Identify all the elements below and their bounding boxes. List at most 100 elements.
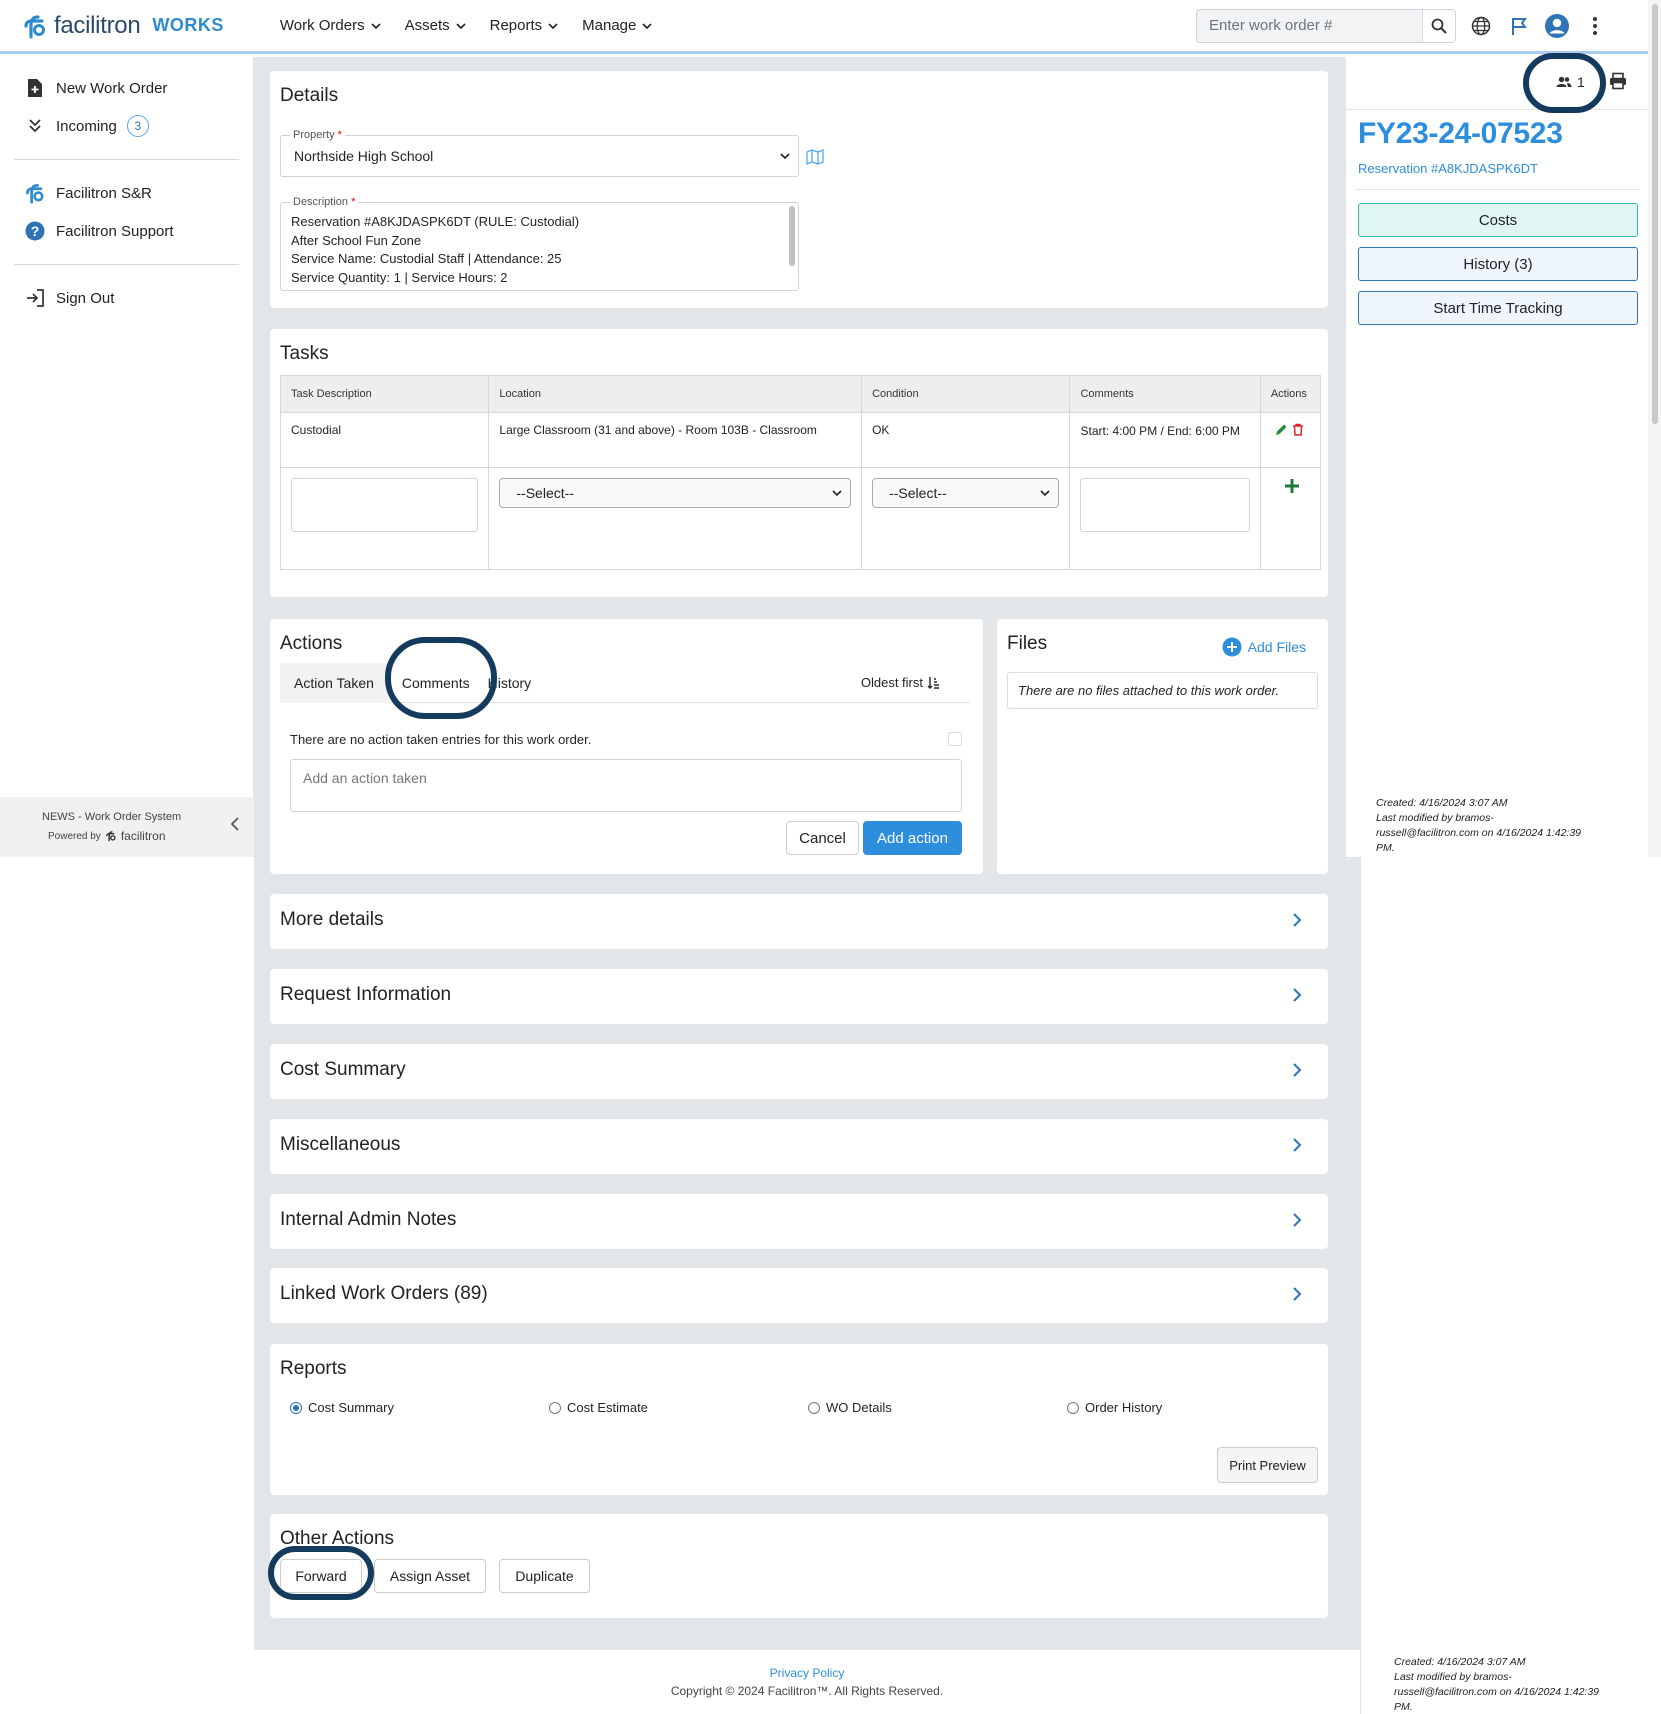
section-title: Cost Summary: [280, 1059, 406, 1080]
assign-asset-button[interactable]: Assign Asset: [374, 1559, 486, 1593]
section-more-details[interactable]: More details: [270, 894, 1328, 949]
textarea-scrollbar[interactable]: [789, 206, 795, 266]
task-row-actions: [1275, 423, 1304, 436]
tab-history[interactable]: History: [484, 663, 536, 703]
section-cost-summary[interactable]: Cost Summary: [270, 1044, 1328, 1099]
work-order-metadata-footer: Created: 4/16/2024 3:07 AM Last modified…: [1394, 1655, 1634, 1714]
add-task-plus-icon[interactable]: [1284, 478, 1300, 494]
print-preview-button[interactable]: Print Preview: [1217, 1447, 1318, 1483]
task-description-cell: Custodial: [279, 412, 490, 468]
menu-work-orders[interactable]: Work Orders: [280, 17, 381, 34]
map-button[interactable]: [806, 149, 824, 168]
watchers-button[interactable]: 1: [1556, 74, 1585, 90]
sidebar-item-facilitron-support[interactable]: ? Facilitron Support: [0, 212, 253, 250]
print-button[interactable]: [1609, 72, 1627, 93]
section-request-information[interactable]: Request Information: [270, 969, 1328, 1024]
reservation-link[interactable]: Reservation #A8KJDASPK6DT: [1358, 161, 1538, 176]
search-icon: [1431, 18, 1447, 34]
costs-button[interactable]: Costs: [1358, 203, 1638, 237]
privacy-policy-link[interactable]: Privacy Policy: [254, 1666, 1360, 1680]
modified-info: PM.: [1394, 1701, 1413, 1713]
flag-button[interactable]: [1506, 13, 1532, 39]
user-account-button[interactable]: [1544, 13, 1570, 39]
section-title: Miscellaneous: [280, 1134, 401, 1155]
sort-order-toggle[interactable]: Oldest first: [861, 675, 940, 690]
reports-card: Reports Cost Summary Cost Estimate WO De…: [270, 1344, 1328, 1495]
incoming-count-badge: 3: [126, 115, 149, 137]
brand-sub: WORKS: [152, 15, 224, 35]
facilitron-logo-icon: [24, 14, 45, 39]
work-order-search-input[interactable]: Enter work order #: [1196, 9, 1422, 43]
work-order-side-panel: 1 FY23-24-07523 Reservation #A8KJDASPK6D…: [1345, 57, 1648, 857]
report-option-order-history[interactable]: Order History: [1067, 1400, 1162, 1415]
task-condition-cell: OK: [861, 412, 1071, 468]
report-option-wo-details[interactable]: WO Details: [808, 1400, 892, 1415]
section-internal-admin-notes[interactable]: Internal Admin Notes: [270, 1194, 1328, 1249]
sidebar-item-label: Sign Out: [56, 289, 115, 307]
double-chevron-down-icon: [24, 115, 46, 137]
edit-pencil-icon[interactable]: [1275, 423, 1288, 436]
section-title: More details: [280, 909, 384, 930]
menu-label: Reports: [489, 17, 543, 34]
other-actions-card: Other Actions Forward Assign Asset Dupli…: [270, 1514, 1328, 1618]
chevron-right-icon: [1293, 1287, 1302, 1301]
map-icon: [806, 149, 824, 165]
actions-card: Actions Action Taken Comments History Ol…: [270, 619, 983, 874]
new-task-description-input[interactable]: [291, 478, 479, 532]
description-textarea[interactable]: Reservation #A8KJDASPK6DT (RULE: Custodi…: [280, 202, 799, 291]
sidebar-item-label: Facilitron Support: [56, 222, 174, 240]
powered-by-label: Powered by: [48, 830, 101, 842]
property-select[interactable]: Northside High School: [280, 135, 799, 177]
language-button[interactable]: [1468, 13, 1494, 39]
menu-manage[interactable]: Manage: [582, 17, 652, 34]
sidebar-item-incoming[interactable]: Incoming 3: [0, 107, 253, 145]
menu-assets[interactable]: Assets: [405, 17, 466, 34]
app-logo[interactable]: facilitron WORKS: [22, 0, 224, 53]
new-task-location-select[interactable]: --Select--: [499, 478, 852, 508]
description-line: Service Quantity: 1 | Service Hours: 2: [291, 269, 508, 285]
menu-reports[interactable]: Reports: [490, 17, 559, 34]
sidebar-footer: NEWS - Work Order System Powered by faci…: [0, 797, 254, 857]
new-task-comments-input[interactable]: [1080, 478, 1250, 532]
description-label: Description *: [290, 196, 359, 208]
actions-tabs: Action Taken Comments History Oldest fir…: [280, 662, 970, 703]
report-option-cost-estimate[interactable]: Cost Estimate: [549, 1400, 648, 1415]
cancel-button[interactable]: Cancel: [786, 821, 859, 855]
modified-info: russell@facilitron.com on 4/16/2024 1:42…: [1376, 827, 1582, 839]
history-button[interactable]: History (3): [1358, 247, 1638, 281]
section-linked-work-orders[interactable]: Linked Work Orders (89): [270, 1268, 1328, 1323]
sidebar-item-label: Facilitron S&R: [56, 184, 152, 202]
sidebar-divider: [14, 159, 239, 160]
forward-button[interactable]: Forward: [280, 1559, 362, 1593]
sidebar-item-new-work-order[interactable]: New Work Order: [0, 69, 253, 107]
section-miscellaneous[interactable]: Miscellaneous: [270, 1119, 1328, 1174]
description-label-text: Description: [293, 196, 349, 208]
report-option-cost-summary[interactable]: Cost Summary: [290, 1400, 394, 1415]
duplicate-button[interactable]: Duplicate: [499, 1559, 590, 1593]
tab-action-taken[interactable]: Action Taken: [280, 662, 388, 703]
required-marker: *: [337, 129, 342, 141]
new-task-condition-select[interactable]: --Select--: [872, 478, 1060, 508]
collapse-sidebar-button[interactable]: [230, 817, 240, 834]
action-taken-input[interactable]: Add an action taken: [290, 759, 962, 812]
add-action-button[interactable]: Add action: [863, 821, 962, 855]
more-options-button[interactable]: [1582, 13, 1608, 39]
section-title: Internal Admin Notes: [280, 1209, 457, 1230]
action-checkbox[interactable]: [948, 732, 962, 746]
new-task-add-cell: [1259, 467, 1322, 570]
facilitron-logo-icon: [105, 831, 116, 842]
sidebar-item-label: Incoming: [56, 117, 117, 135]
sidebar-item-sign-out[interactable]: Sign Out: [0, 279, 253, 317]
tab-comments[interactable]: Comments: [388, 663, 484, 703]
tasks-card: Tasks Task Description Location Conditio…: [270, 329, 1328, 597]
radio-unselected: [549, 1401, 561, 1414]
search-button[interactable]: [1422, 9, 1456, 43]
start-time-tracking-button[interactable]: Start Time Tracking: [1358, 291, 1638, 325]
work-order-metadata: Created: 4/16/2024 3:07 AM Last modified…: [1376, 796, 1616, 856]
page-scrollbar-thumb[interactable]: [1652, 4, 1658, 424]
new-task-description-cell: [279, 467, 490, 570]
sidebar-item-facilitron-sr[interactable]: Facilitron S&R: [0, 174, 253, 212]
delete-trash-icon[interactable]: [1292, 423, 1304, 436]
no-actions-message: There are no action taken entries for th…: [290, 732, 592, 747]
add-files-button[interactable]: Add Files: [1222, 637, 1306, 657]
